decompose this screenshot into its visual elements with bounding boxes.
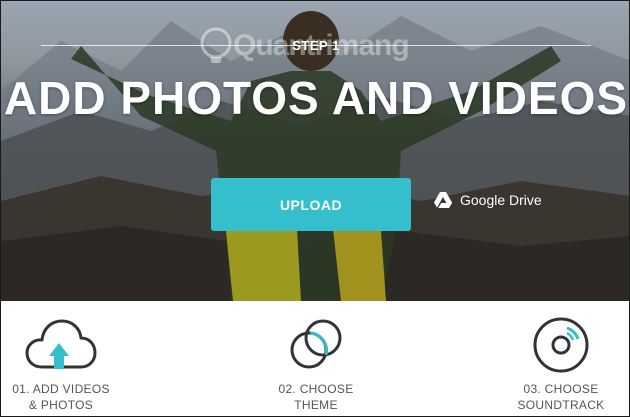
step-label-3: 03. CHOOSE SOUNDTRACK [517, 381, 604, 413]
upload-button[interactable]: UPLOAD [211, 178, 411, 231]
google-drive-button[interactable]: Google Drive [434, 192, 542, 208]
page-title: ADD PHOTOS AND VIDEOS [3, 72, 629, 124]
cloud-upload-icon [25, 319, 97, 369]
step-2-line-1: 02. CHOOSE [278, 382, 354, 396]
step-3-line-2: SOUNDTRACK [517, 398, 605, 412]
google-drive-icon [434, 192, 452, 208]
steps-bar: 01. ADD VIDEOS & PHOTOS 02. CHOOSE THEME [1, 301, 629, 416]
step-label-2: 02. CHOOSE THEME [278, 381, 353, 413]
step-choose-theme[interactable]: 02. CHOOSE THEME [246, 315, 386, 413]
step-3-line-1: 03. CHOOSE [523, 382, 599, 396]
step-label-text: STEP 1 [292, 38, 340, 53]
step-1-line-1: 01. ADD VIDEOS [12, 382, 110, 396]
step-add-videos-photos[interactable]: 01. ADD VIDEOS & PHOTOS [1, 315, 131, 413]
soundtrack-disc-icon [533, 317, 589, 373]
step-choose-soundtrack[interactable]: 03. CHOOSE SOUNDTRACK [491, 315, 629, 413]
theme-circles-icon [290, 319, 342, 369]
step-label-1: 01. ADD VIDEOS & PHOTOS [12, 381, 110, 413]
google-drive-label: Google Drive [460, 192, 542, 208]
hero-banner: Quantrimang STEP 1 ADD PHOTOS AND VIDEOS… [1, 1, 629, 301]
app-frame: Quantrimang STEP 1 ADD PHOTOS AND VIDEOS… [0, 0, 630, 417]
step-1-line-2: & PHOTOS [28, 398, 94, 412]
step-label: STEP 1 [1, 37, 629, 55]
step-2-line-2: THEME [294, 398, 338, 412]
